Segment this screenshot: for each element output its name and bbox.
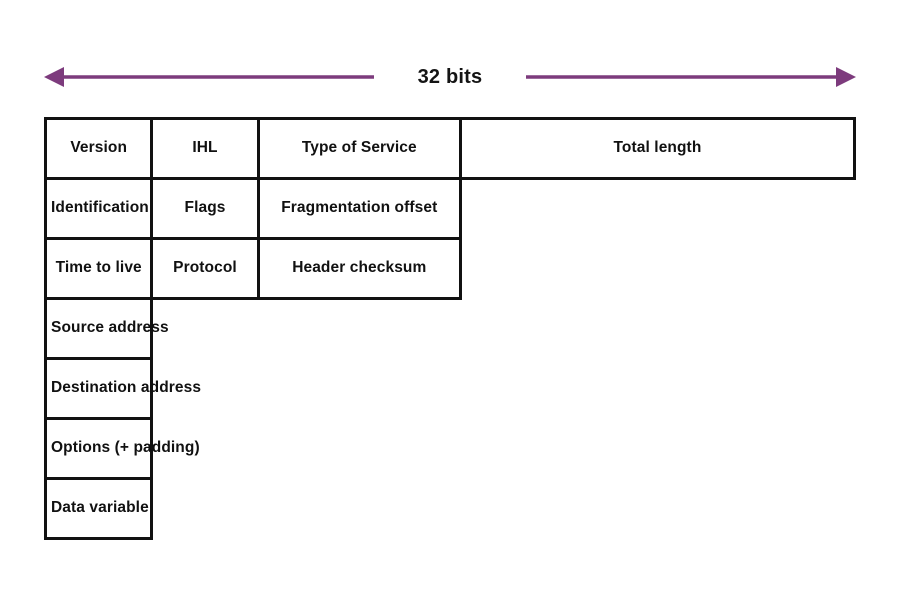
arrow-left-icon (44, 67, 374, 87)
header-field-cell: Options (+ padding) (43, 417, 200, 480)
header-field-cell: Flags (150, 177, 260, 240)
header-field-row: Source address (43, 297, 855, 360)
header-field-row: Time to live Protocol Header checksum (43, 237, 855, 300)
header-field-row: Data variable (43, 477, 855, 540)
header-field-table-body: Version IHL Type of Service Total length Ide… (43, 117, 857, 540)
header-field-cell: Identification (43, 177, 154, 240)
bit-width-label: 32 bits (417, 66, 483, 88)
header-field-row: Options (+ padding) (43, 417, 855, 480)
header-field-cell: Time to live (43, 237, 154, 300)
header-field-cell: Total length (458, 117, 857, 180)
header-field-cell: Version (43, 117, 154, 180)
header-field-cell: Header checksum (256, 237, 462, 300)
header-field-cell: Destination address (43, 357, 201, 420)
ipv4-header-diagram: 32 bits Version IHL Type of Service Total l… (0, 0, 900, 601)
header-field-row: Destination address (43, 357, 855, 420)
header-field-cell: Type of Service (256, 117, 462, 180)
header-field-cell: IHL (150, 117, 260, 180)
arrow-right-icon (525, 67, 856, 87)
header-field-table: Version IHL Type of Service Total length Ide… (43, 117, 857, 540)
header-field-cell: Source address (43, 297, 169, 360)
header-field-row: Identification Flags Fragmentation offset (43, 177, 855, 240)
header-field-row: Version IHL Type of Service Total length (43, 117, 857, 180)
header-field-cell: Protocol (150, 237, 260, 300)
bit-width-scale: 32 bits (44, 56, 856, 98)
header-field-cell: Fragmentation offset (256, 177, 462, 240)
header-field-cell: Data variable (43, 477, 154, 540)
